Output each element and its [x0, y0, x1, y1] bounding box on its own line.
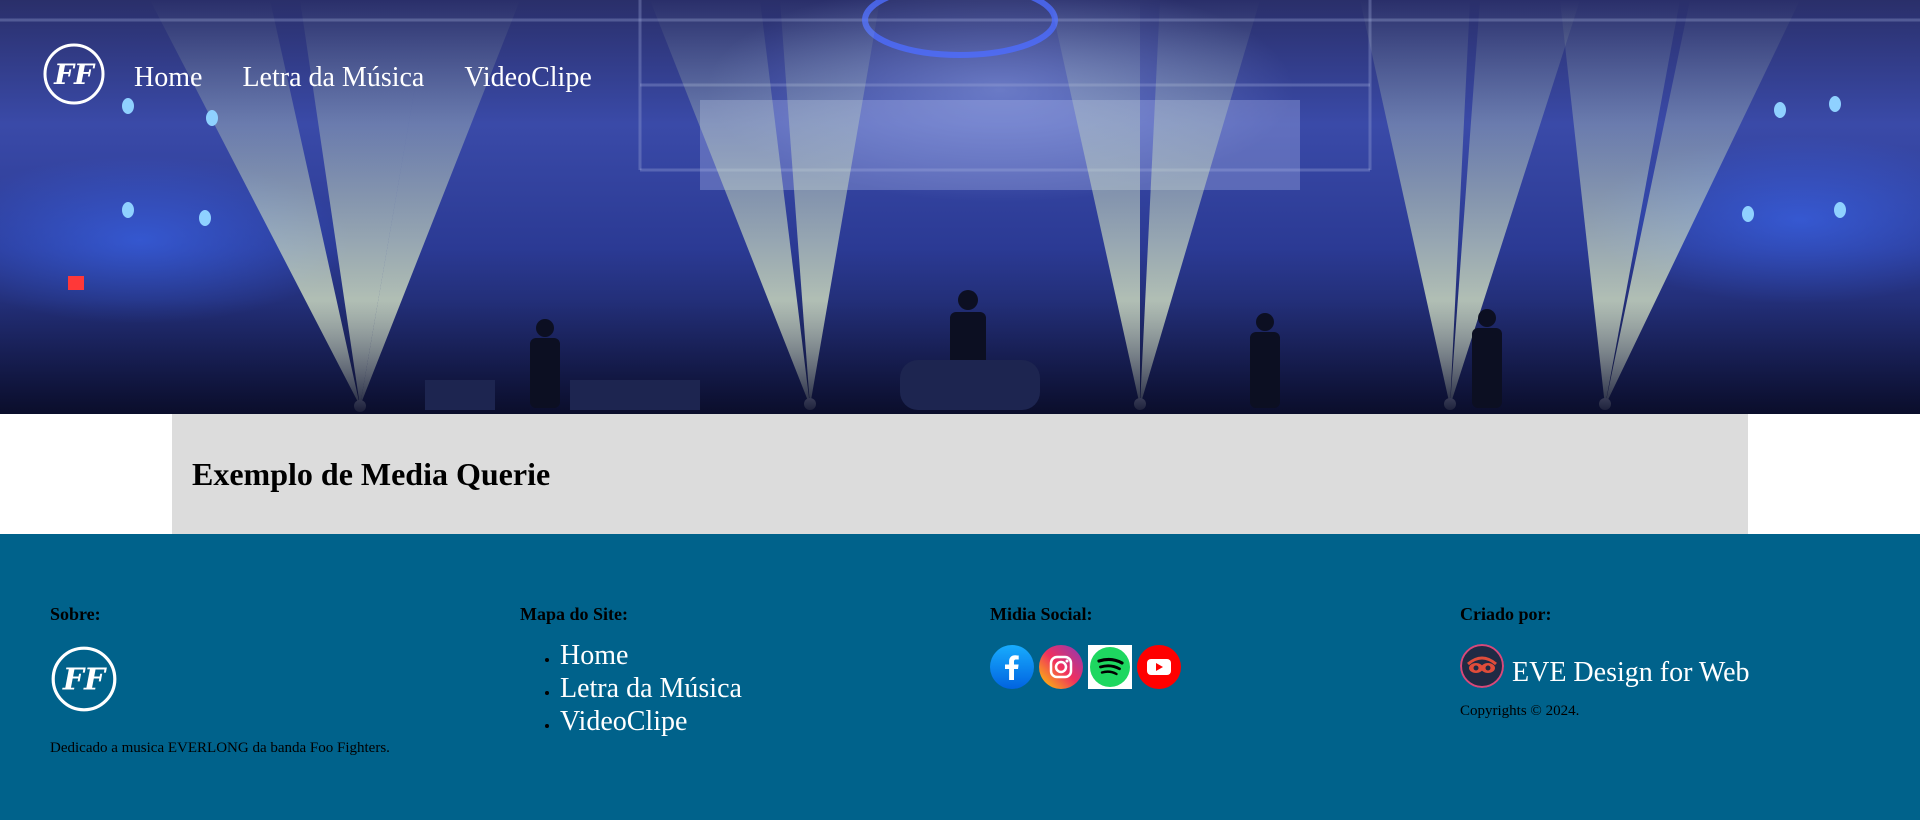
footer-sitemap: Mapa do Site: Home Letra da Música Video… [520, 604, 742, 738]
svg-text:FF: FF [62, 663, 107, 698]
nav-link-videoclip[interactable]: VideoClipe [464, 62, 591, 94]
about-text: Dedicado a musica EVERLONG da banda Foo … [50, 740, 390, 756]
spotify-icon[interactable] [1088, 645, 1132, 689]
about-heading: Sobre: [50, 604, 101, 624]
footer-credits: Criado por: EVE Design for Web Copyright… [1460, 604, 1750, 720]
nav-links: Home Letra da Música VideoClipe [134, 62, 632, 94]
list-item: Letra da Música [560, 672, 742, 705]
instagram-icon[interactable] [1039, 645, 1083, 689]
hero-header: FF Home Letra da Música VideoClipe [0, 0, 1920, 414]
list-item: Home [560, 639, 742, 672]
youtube-icon[interactable] [1137, 645, 1181, 689]
footer-social: Midia Social: [990, 604, 1186, 689]
page-title: Exemplo de Media Querie [192, 456, 551, 492]
credit-row: EVE Design for Web [1460, 643, 1750, 689]
list-item: VideoClipe [560, 705, 742, 738]
credits-heading: Criado por: [1460, 604, 1552, 624]
sitemap-list: Home Letra da Música VideoClipe [520, 639, 742, 738]
site-footer: Sobre: FF Dedicado a musica EVERLONG da … [0, 534, 1920, 820]
svg-text:FF: FF [53, 58, 96, 91]
social-heading: Midia Social: [990, 604, 1093, 624]
main-content: Exemplo de Media Querie [172, 414, 1748, 534]
copyright-text: Copyrights © 2024. [1460, 703, 1580, 719]
sitemap-link-videoclip[interactable]: VideoClipe [560, 706, 687, 737]
nav-link-home[interactable]: Home [134, 62, 202, 94]
sitemap-link-lyrics[interactable]: Letra da Música [560, 673, 742, 704]
creator-link[interactable]: EVE Design for Web [1512, 657, 1750, 689]
ff-logo-icon: FF [51, 646, 117, 712]
facebook-icon[interactable] [990, 645, 1034, 689]
social-icons [990, 645, 1186, 689]
sitemap-link-home[interactable]: Home [560, 640, 628, 671]
sitemap-heading: Mapa do Site: [520, 604, 628, 624]
nav-link-lyrics[interactable]: Letra da Música [242, 62, 424, 94]
footer-about: Sobre: FF Dedicado a musica EVERLONG da … [50, 604, 390, 757]
eve-logo-icon[interactable] [1460, 644, 1504, 688]
ff-logo-icon[interactable]: FF [42, 42, 106, 106]
top-navigation: FF Home Letra da Música VideoClipe [42, 42, 632, 106]
